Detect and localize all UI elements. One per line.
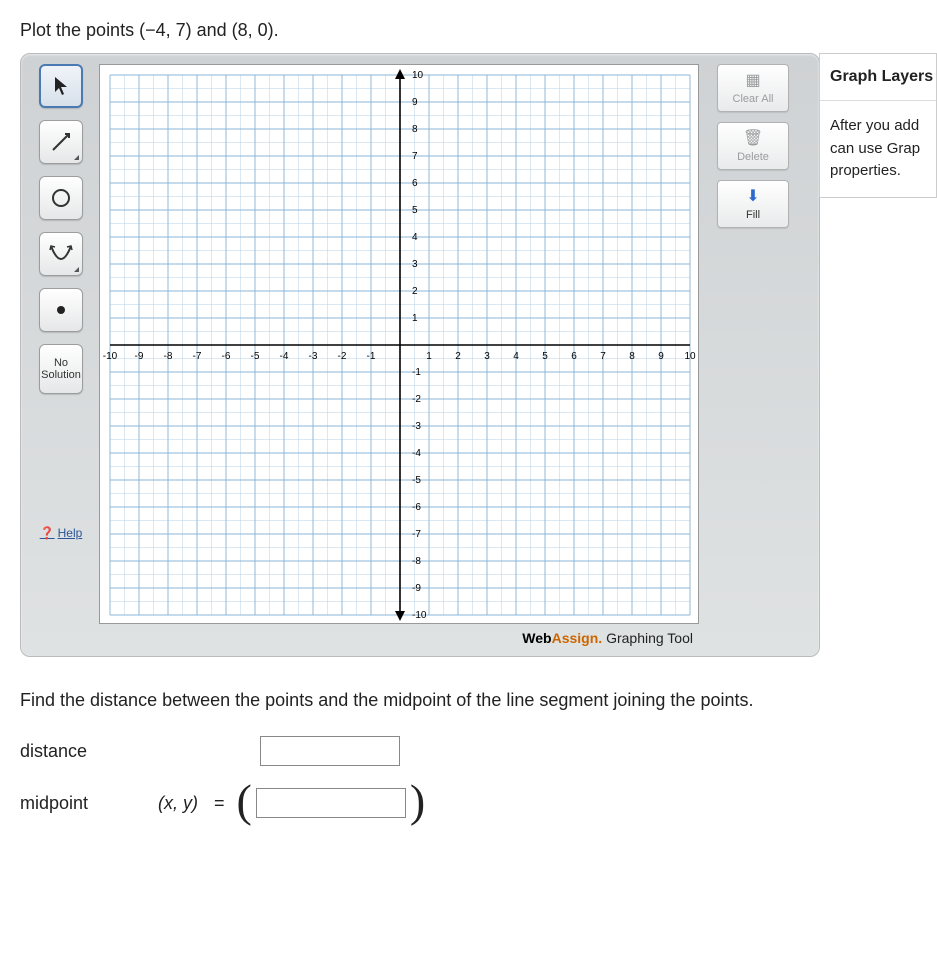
brand-label: WebAssign. Graphing Tool <box>99 630 699 646</box>
svg-text:5: 5 <box>542 351 548 362</box>
graph-area: No Solution ❓ Help -10-9-8-7-6-5-4-3-2-1… <box>20 53 937 657</box>
distance-row: distance <box>20 736 937 766</box>
graph-layers-panel: Graph Layers After you add can use Grap … <box>819 53 937 198</box>
dot-icon <box>55 304 67 316</box>
grid-svg: -10 -9 -8 -7 -6 -5 -4 -3 -2 -1 1 2 3 4 5 6 7 8 9 10 -10 -9 -8 -… <box>100 65 700 625</box>
svg-text:5: 5 <box>412 205 418 216</box>
equals-sign: = <box>214 793 225 814</box>
pointer-tool-button[interactable] <box>39 64 83 108</box>
right-toolbar: ▦ Clear All 🗑 Delete ⬇ Fill <box>709 64 797 228</box>
delete-button[interactable]: 🗑 Delete <box>717 122 789 170</box>
parabola-icon <box>48 242 74 266</box>
svg-text:10: 10 <box>684 351 696 362</box>
svg-text:-7: -7 <box>412 529 421 540</box>
graph-layers-body: After you add can use Grap properties. <box>820 101 936 197</box>
svg-text:-3: -3 <box>309 351 318 362</box>
help-label: Help <box>58 526 83 540</box>
clear-all-button[interactable]: ▦ Clear All <box>717 64 789 112</box>
fill-button[interactable]: ⬇ Fill <box>717 180 789 228</box>
midpoint-label: midpoint <box>20 793 130 814</box>
svg-text:-4: -4 <box>412 448 421 459</box>
svg-text:7: 7 <box>412 151 418 162</box>
svg-text:-4: -4 <box>280 351 289 362</box>
left-toolbar: No Solution ❓ Help <box>31 64 91 540</box>
svg-text:-8: -8 <box>412 556 421 567</box>
coordinate-grid[interactable]: -10 -9 -8 -7 -6 -5 -4 -3 -2 -1 1 2 3 4 5 6 7 8 9 10 -10 -9 -8 -… <box>99 64 699 624</box>
svg-text:-6: -6 <box>222 351 231 362</box>
svg-text:-9: -9 <box>135 351 144 362</box>
fill-icon: ⬇ <box>718 185 788 207</box>
delete-label: Delete <box>737 151 769 163</box>
svg-text:2: 2 <box>455 351 461 362</box>
line-icon <box>50 131 72 153</box>
clear-all-icon: ▦ <box>718 69 788 91</box>
svg-text:1: 1 <box>426 351 432 362</box>
svg-text:6: 6 <box>412 178 418 189</box>
svg-text:-1: -1 <box>412 367 421 378</box>
help-icon: ❓ <box>40 526 55 540</box>
clear-all-label: Clear All <box>733 93 774 105</box>
midpoint-variable: (x, y) <box>158 793 198 814</box>
circle-tool-button[interactable] <box>39 176 83 220</box>
svg-text:-7: -7 <box>193 351 202 362</box>
question-text: Find the distance between the points and… <box>20 687 937 714</box>
svg-text:-3: -3 <box>412 421 421 432</box>
distance-label: distance <box>20 741 130 762</box>
graph-tool-panel: No Solution ❓ Help -10-9-8-7-6-5-4-3-2-1… <box>20 53 820 657</box>
svg-text:-10: -10 <box>412 610 427 621</box>
trash-icon: 🗑 <box>718 127 788 149</box>
svg-text:-1: -1 <box>367 351 376 362</box>
midpoint-row: midpoint (x, y) = ( ) <box>20 788 937 818</box>
help-link[interactable]: ❓ Help <box>40 406 83 540</box>
svg-text:-9: -9 <box>412 583 421 594</box>
svg-text:8: 8 <box>629 351 635 362</box>
svg-text:4: 4 <box>513 351 519 362</box>
svg-text:6: 6 <box>571 351 577 362</box>
svg-text:3: 3 <box>484 351 490 362</box>
svg-text:10: 10 <box>412 70 424 81</box>
svg-text:2: 2 <box>412 286 418 297</box>
svg-text:-6: -6 <box>412 502 421 513</box>
svg-text:-5: -5 <box>251 351 260 362</box>
point-tool-button[interactable] <box>39 288 83 332</box>
circle-icon <box>49 186 73 210</box>
no-solution-label: No Solution <box>41 357 81 381</box>
canvas-area: -10 -9 -8 -7 -6 -5 -4 -3 -2 -1 1 2 3 4 5 6 7 8 9 10 -10 -9 -8 -… <box>99 64 699 646</box>
svg-text:4: 4 <box>412 232 418 243</box>
svg-text:9: 9 <box>658 351 664 362</box>
svg-text:-5: -5 <box>412 475 421 486</box>
distance-input[interactable] <box>260 736 400 766</box>
svg-text:8: 8 <box>412 124 418 135</box>
svg-text:-10: -10 <box>103 351 118 362</box>
svg-text:-8: -8 <box>164 351 173 362</box>
midpoint-input[interactable] <box>256 788 406 818</box>
no-solution-button[interactable]: No Solution <box>39 344 83 394</box>
svg-text:3: 3 <box>412 259 418 270</box>
graph-layers-title: Graph Layers <box>820 54 936 101</box>
pointer-icon <box>53 76 69 96</box>
instruction-text: Plot the points (−4, 7) and (8, 0). <box>20 20 937 41</box>
parabola-tool-button[interactable] <box>39 232 83 276</box>
svg-text:-2: -2 <box>338 351 347 362</box>
svg-text:7: 7 <box>600 351 606 362</box>
svg-text:9: 9 <box>412 97 418 108</box>
fill-label: Fill <box>746 209 760 221</box>
line-tool-button[interactable] <box>39 120 83 164</box>
svg-text:1: 1 <box>412 313 418 324</box>
svg-text:-2: -2 <box>412 394 421 405</box>
